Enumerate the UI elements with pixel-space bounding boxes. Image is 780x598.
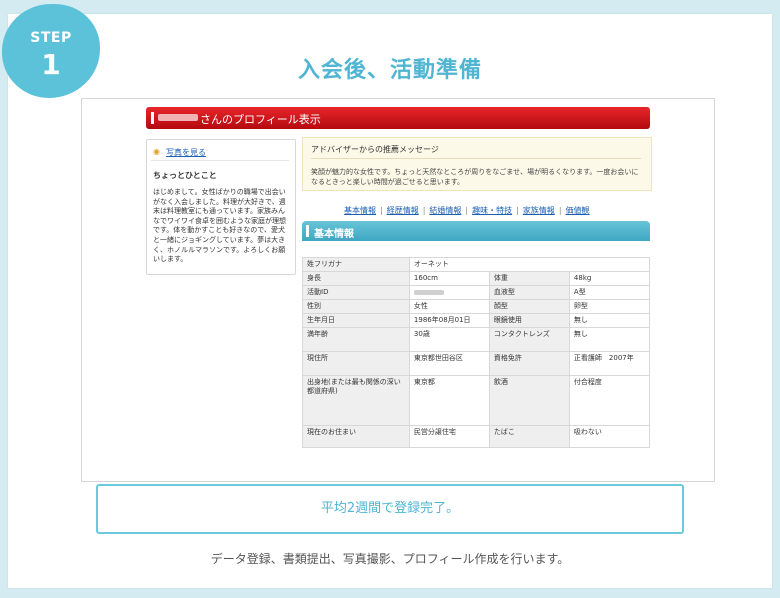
row-key: 性別 xyxy=(302,299,410,314)
table-row: 現在のお住まい 民営分譲住宅 たばこ 吸わない xyxy=(302,425,651,448)
table-row: 活動ID 血液型 A型 xyxy=(302,285,651,300)
profile-header-text: さんのプロフィール表示 xyxy=(200,113,321,126)
hitokoto-body: はじめまして。女性ばかりの職場で出会いがなく入会しました。料理が大好きで、週末は… xyxy=(153,188,286,264)
step-label: STEP xyxy=(30,30,72,46)
page-title: 入会後、活動準備 xyxy=(297,58,482,83)
header-accent xyxy=(151,112,154,124)
row-key: 顔型 xyxy=(488,299,570,314)
hitokoto-title: ちょっとひとこと xyxy=(153,171,217,180)
profile-screenshot: さんのプロフィール表示 ◉ 写真を見る ちょっとひとこと はじめまして。女性ばか… xyxy=(81,98,715,482)
row-key: 血液型 xyxy=(488,285,570,300)
tab-family[interactable]: 家族情報 xyxy=(523,206,555,215)
advisor-message-box: アドバイザーからの推薦メッセージ 笑顔が魅力的な女性です。ちょっと天然なところが… xyxy=(302,137,652,191)
tab-values[interactable]: 価値観 xyxy=(566,206,590,215)
basic-header-accent xyxy=(306,225,309,237)
step-number: 1 xyxy=(41,48,61,81)
row-value: 160cm xyxy=(408,271,490,286)
basic-info-header: 基本情報 xyxy=(302,221,650,241)
row-key: 飲酒 xyxy=(488,375,570,426)
row-key: 姓フリガナ xyxy=(302,257,410,272)
row-key: 身長 xyxy=(302,271,410,286)
basic-info-table: 姓フリガナ オーネット 身長 160cm 体重 48kg 活動ID 血液型 A型… xyxy=(302,257,651,448)
row-value: 卵型 xyxy=(568,299,651,314)
profile-header-bar: さんのプロフィール表示 xyxy=(146,107,650,129)
blurred-id xyxy=(413,289,444,295)
row-value: 東京都世田谷区 xyxy=(408,351,490,376)
row-value: A型 xyxy=(568,285,651,300)
table-row: 性別 女性 顔型 卵型 xyxy=(302,299,651,314)
tab-career[interactable]: 経歴情報 xyxy=(387,206,419,215)
row-value: 吸わない xyxy=(568,425,651,448)
table-row: 出身地(または最も関係の深い都道府県) 東京都 飲酒 付合程度 xyxy=(302,375,651,426)
advisor-title: アドバイザーからの推薦メッセージ xyxy=(311,144,641,159)
row-key: たばこ xyxy=(488,425,570,448)
row-value xyxy=(408,285,490,300)
tab-hobby[interactable]: 趣味・特技 xyxy=(472,206,512,215)
profile-left-column: ◉ 写真を見る ちょっとひとこと はじめまして。女性ばかりの職場で出会いがなく入… xyxy=(146,139,296,275)
camera-icon: ◉ xyxy=(153,147,160,156)
basic-header-text: 基本情報 xyxy=(314,229,354,240)
tab-marriage[interactable]: 結婚情報 xyxy=(429,206,461,215)
row-value: 30歳 xyxy=(408,327,490,352)
photo-link-box[interactable]: ◉ 写真を見る xyxy=(151,144,289,161)
profile-tabs: 基本情報 | 経歴情報 | 結婚情報 | 趣味・特技 | 家族情報 | 価値観 xyxy=(344,206,590,215)
table-row: 現住所 東京都世田谷区 資格免許 正看護師 2007年 xyxy=(302,351,651,376)
step-card: 入会後、活動準備 さんのプロフィール表示 ◉ 写真を見る ちょっとひとこと はじ… xyxy=(8,14,772,588)
row-key: 現在のお住まい xyxy=(302,425,410,448)
row-value: 1986年08月01日 xyxy=(408,313,490,328)
blurred-name xyxy=(158,114,198,121)
row-key: 生年月日 xyxy=(302,313,410,328)
row-key: 出身地(または最も関係の深い都道府県) xyxy=(302,375,410,426)
advisor-body: 笑顔が魅力的な女性です。ちょっと天然なところが周りをなごませ、場が明るくなります… xyxy=(311,168,639,186)
photo-link[interactable]: 写真を見る xyxy=(166,147,206,158)
row-value: 無し xyxy=(568,327,651,352)
row-key: 眼鏡使用 xyxy=(488,313,570,328)
row-value: 民営分譲住宅 xyxy=(408,425,490,448)
registration-complete-box: 平均2週間で登録完了。 xyxy=(96,484,684,534)
row-value: 無し xyxy=(568,313,651,328)
row-value: 付合程度 xyxy=(568,375,651,426)
row-key: コンタクトレンズ xyxy=(488,327,570,352)
row-value: 48kg xyxy=(568,271,651,286)
footer-note: データ登録、書類提出、写真撮影、プロフィール作成を行います。 xyxy=(210,552,570,566)
row-key: 活動ID xyxy=(302,285,410,300)
row-value: 東京都 xyxy=(408,375,490,426)
row-key: 現住所 xyxy=(302,351,410,376)
row-key: 資格免許 xyxy=(488,351,570,376)
row-value: 正看護師 2007年 xyxy=(568,351,651,376)
row-value: オーネット xyxy=(408,257,651,272)
table-row: 姓フリガナ オーネット xyxy=(302,257,651,272)
row-value: 女性 xyxy=(408,299,490,314)
table-row: 満年齢 30歳 コンタクトレンズ 無し xyxy=(302,327,651,352)
row-key: 満年齢 xyxy=(302,327,410,352)
table-row: 生年月日 1986年08月01日 眼鏡使用 無し xyxy=(302,313,651,328)
tab-basic[interactable]: 基本情報 xyxy=(344,206,376,215)
row-key: 体重 xyxy=(488,271,570,286)
table-row: 身長 160cm 体重 48kg xyxy=(302,271,651,286)
